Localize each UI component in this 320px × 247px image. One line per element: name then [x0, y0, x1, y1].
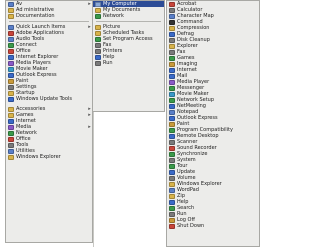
program-icon — [95, 42, 101, 48]
program-icon — [95, 60, 101, 66]
program-icon — [169, 145, 175, 151]
folder-icon — [169, 43, 175, 49]
program-icon — [8, 24, 14, 30]
program-icon — [8, 96, 14, 102]
program-icon — [8, 36, 14, 42]
program-icon — [169, 7, 175, 13]
program-icon — [169, 79, 175, 85]
program-icon — [8, 30, 14, 36]
folder-icon — [95, 7, 101, 13]
program-icon — [169, 157, 175, 163]
program-icon — [8, 72, 14, 78]
accessories-submenu: Acrobat Calculator Character Map Command Com… — [166, 0, 260, 247]
program-icon — [169, 199, 175, 205]
menu-item-label: Shut Down — [177, 223, 205, 229]
program-icon — [8, 124, 14, 130]
blank-pane — [93, 112, 167, 247]
program-icon — [169, 169, 175, 175]
program-icon — [169, 193, 175, 199]
folder-icon — [8, 154, 14, 160]
folder-icon — [8, 13, 14, 19]
program-icon — [8, 1, 14, 7]
menu-separator — [96, 21, 161, 22]
program-icon — [169, 61, 175, 67]
program-icon — [169, 67, 175, 73]
program-icon — [8, 84, 14, 90]
program-icon — [169, 163, 175, 169]
menu-item-windows-update-tools[interactable]: Windows Update Tools — [6, 96, 92, 102]
folder-icon — [8, 112, 14, 118]
program-icon — [169, 25, 175, 31]
program-icon — [169, 73, 175, 79]
program-icon — [8, 66, 14, 72]
program-icon — [169, 223, 175, 229]
program-icon — [95, 54, 101, 60]
program-icon — [169, 85, 175, 91]
program-icon — [8, 136, 14, 142]
computer-icon — [95, 1, 101, 7]
menu-item-label: Run — [103, 60, 113, 66]
program-icon — [8, 148, 14, 154]
program-icon — [8, 130, 14, 136]
folder-icon — [8, 106, 14, 112]
folder-icon — [169, 181, 175, 187]
program-icon — [169, 115, 175, 121]
program-icon — [8, 54, 14, 60]
program-icon — [169, 205, 175, 211]
folder-icon — [8, 7, 14, 13]
places-menu: My Computer My Documents Network Picture Sch… — [93, 0, 165, 112]
program-icon — [169, 133, 175, 139]
program-icon — [95, 48, 101, 54]
menu-item-documentation[interactable]: Documentation — [6, 13, 92, 19]
program-icon — [8, 48, 14, 54]
program-icon — [169, 139, 175, 145]
program-icon — [8, 42, 14, 48]
program-icon — [169, 103, 175, 109]
program-icon — [169, 121, 175, 127]
menu-item-run[interactable]: Run — [93, 60, 164, 66]
program-icon — [169, 217, 175, 223]
program-icon — [169, 211, 175, 217]
program-icon — [169, 127, 175, 133]
program-icon — [95, 13, 101, 19]
program-icon — [169, 109, 175, 115]
menu-item-label: Network — [103, 13, 124, 19]
menu-item-windows-explorer[interactable]: Windows Explorer — [6, 154, 92, 160]
program-icon — [169, 19, 175, 25]
menu-item-network[interactable]: Network — [93, 13, 164, 19]
program-icon — [169, 97, 175, 103]
program-icon — [8, 142, 14, 148]
menu-item-label: Windows Update Tools — [16, 96, 72, 102]
program-icon — [8, 78, 14, 84]
program-icon — [8, 90, 14, 96]
menu-item-label: Documentation — [16, 13, 55, 19]
program-icon — [8, 60, 14, 66]
program-icon — [169, 175, 175, 181]
menu-item-label: Windows Explorer — [16, 154, 61, 160]
programs-menu: Av ▸ Ad ministrative Documentation Quick Lau… — [5, 0, 93, 243]
program-icon — [95, 30, 101, 36]
program-icon — [169, 37, 175, 43]
program-icon — [169, 1, 175, 7]
menu-separator — [9, 21, 89, 22]
program-icon — [169, 55, 175, 61]
folder-icon — [95, 24, 101, 30]
program-icon — [169, 91, 175, 97]
program-icon — [8, 118, 14, 124]
program-icon — [169, 49, 175, 55]
program-icon — [95, 36, 101, 42]
program-icon — [169, 151, 175, 157]
program-icon — [169, 13, 175, 19]
menu-item-shut-down[interactable]: Shut Down — [167, 223, 259, 229]
program-icon — [169, 187, 175, 193]
program-icon — [169, 31, 175, 37]
